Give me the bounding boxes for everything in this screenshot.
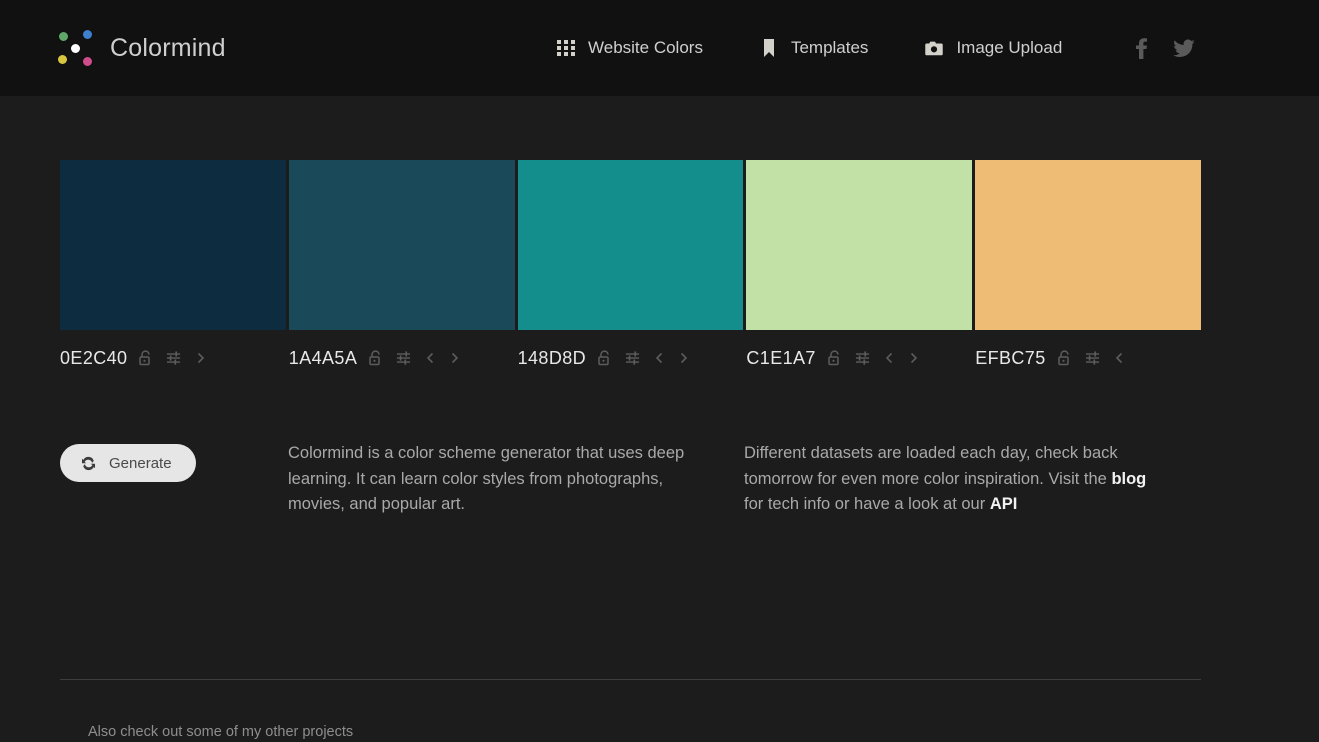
chevron-left-icon[interactable]: [1113, 350, 1126, 366]
facebook-icon: [1136, 38, 1147, 59]
nav-label-templates: Templates: [790, 38, 869, 57]
social-links: [1136, 37, 1195, 59]
nav-label-image-upload: Image Upload: [956, 38, 1063, 57]
nav-item-image-upload[interactable]: Image Upload: [924, 38, 1062, 58]
swatch-controls-1: 0E2C40: [60, 344, 286, 372]
swatch-controls-4: C1E1A7: [746, 344, 972, 372]
color-swatch-1[interactable]: [60, 160, 286, 330]
chevron-right-icon[interactable]: [907, 350, 920, 366]
unlock-icon[interactable]: [1057, 350, 1072, 366]
color-swatch-3[interactable]: [517, 160, 744, 330]
sliders-icon[interactable]: [855, 350, 870, 366]
grid-icon: [557, 40, 575, 56]
logo-dot-bottom-left: [58, 55, 67, 64]
description-right-part1: Different datasets are loaded each day, …: [744, 444, 1118, 488]
hex-value-3[interactable]: 148D8D: [518, 348, 586, 369]
sliders-icon[interactable]: [166, 350, 181, 366]
swatch-controls-3: 148D8D: [518, 344, 744, 372]
description-left: Colormind is a color scheme generator th…: [288, 444, 685, 513]
sliders-icon[interactable]: [625, 350, 640, 366]
nav-item-templates[interactable]: Templates: [759, 38, 868, 58]
unlock-icon[interactable]: [368, 350, 383, 366]
chevron-left-icon[interactable]: [883, 350, 896, 366]
color-swatch-4[interactable]: [746, 160, 973, 330]
site-header: Colormind Website Colors Templates Image…: [0, 0, 1319, 96]
description-right-part2: for tech info or have a look at our: [744, 495, 990, 513]
hex-value-4[interactable]: C1E1A7: [746, 348, 815, 369]
swatch-controls-5: EFBC75: [975, 344, 1201, 372]
description-row: Generate Colormind is a color scheme gen…: [60, 441, 1201, 518]
hex-value-5[interactable]: EFBC75: [975, 348, 1045, 369]
refresh-icon: [81, 456, 96, 470]
footer-title: Also check out some of my other projects: [88, 724, 354, 740]
chevron-left-icon[interactable]: [653, 350, 666, 366]
swatch-controls-2: 1A4A5A: [289, 344, 515, 372]
sliders-icon[interactable]: [396, 350, 411, 366]
nav-label-website-colors: Website Colors: [588, 38, 703, 57]
footer: Also check out some of my other projects…: [88, 724, 528, 742]
generate-column: Generate: [60, 441, 288, 518]
chevron-right-icon[interactable]: [448, 350, 461, 366]
blog-link[interactable]: blog: [1111, 470, 1146, 488]
chevron-right-icon[interactable]: [677, 350, 690, 366]
swatch-controls-row: 0E2C40 1A4A5A 148D8D C1E1A7 EFBC75: [60, 344, 1201, 372]
chevron-right-icon[interactable]: [194, 350, 207, 366]
nav-item-website-colors[interactable]: Website Colors: [556, 38, 703, 58]
unlock-icon[interactable]: [597, 350, 612, 366]
description-right: Different datasets are loaded each day, …: [744, 441, 1154, 518]
color-swatch-5[interactable]: [975, 160, 1201, 330]
main-nav: Website Colors Templates Image Upload: [556, 38, 1062, 58]
hex-value-2[interactable]: 1A4A5A: [289, 348, 357, 369]
color-palette: [60, 160, 1201, 330]
twitter-link[interactable]: [1173, 38, 1195, 58]
chevron-left-icon[interactable]: [424, 350, 437, 366]
logo-dot-top-right: [83, 30, 92, 39]
unlock-icon[interactable]: [827, 350, 842, 366]
colormind-dots-logo: [56, 29, 96, 67]
camera-icon: [925, 41, 944, 56]
bookmark-icon: [763, 39, 774, 57]
footer-divider: [60, 679, 1201, 680]
generate-button[interactable]: Generate: [60, 444, 196, 482]
logo-dot-bottom-right: [83, 57, 92, 66]
twitter-icon: [1173, 38, 1195, 57]
hex-value-1[interactable]: 0E2C40: [60, 348, 127, 369]
api-link[interactable]: API: [990, 495, 1018, 513]
brand-logo-link[interactable]: Colormind: [56, 29, 226, 67]
facebook-link[interactable]: [1136, 37, 1147, 59]
color-swatch-2[interactable]: [288, 160, 515, 330]
unlock-icon[interactable]: [138, 350, 153, 366]
logo-dot-top-left: [59, 32, 68, 41]
sliders-icon[interactable]: [1085, 350, 1100, 366]
brand-name: Colormind: [110, 33, 226, 62]
generate-button-label: Generate: [109, 454, 172, 472]
logo-dot-center: [71, 44, 80, 53]
